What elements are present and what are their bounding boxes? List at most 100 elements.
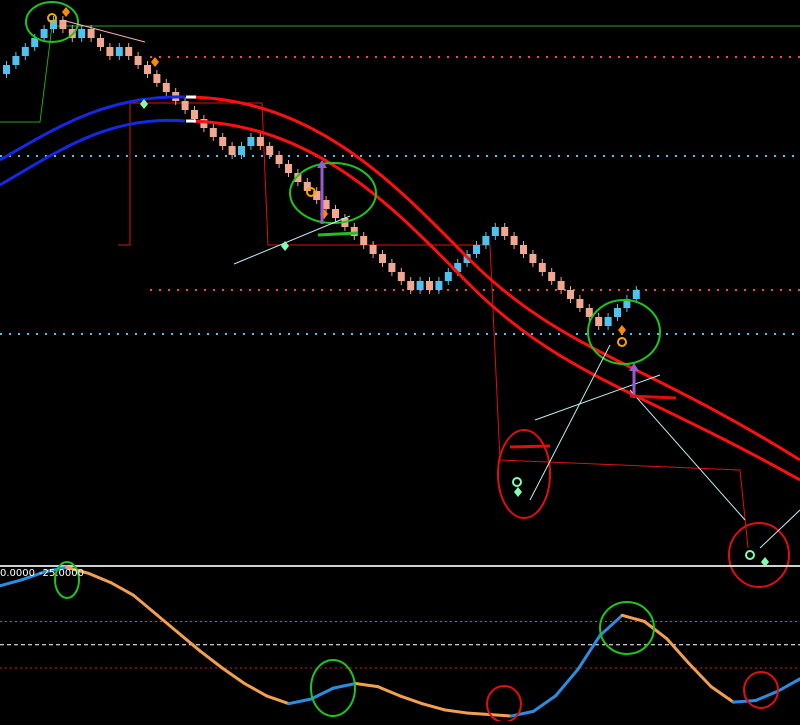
level-tick-red-1	[509, 444, 551, 449]
candle-body-53	[501, 227, 509, 236]
candle-body-1	[12, 56, 20, 65]
level-tick-red-0	[629, 394, 677, 400]
candle-body-8	[78, 29, 86, 38]
osc-segment-16	[331, 682, 358, 690]
price-circle-4	[728, 522, 790, 588]
osc-segment-18	[376, 685, 402, 698]
ma-slow-upper	[0, 95, 186, 162]
osc-segment-11	[220, 666, 246, 685]
candle-body-20	[191, 110, 198, 119]
candle-body-15	[144, 65, 151, 74]
candle-body-10	[97, 38, 104, 47]
osc-segment-24	[509, 709, 535, 718]
candle-body-41	[388, 263, 396, 272]
candle-body-28	[266, 146, 274, 155]
signal-diamond-1	[151, 57, 159, 67]
candle-body-51	[482, 236, 490, 245]
osc-segment-36	[776, 677, 800, 693]
candle-body-61	[576, 299, 584, 308]
candle-body-26	[247, 137, 255, 146]
candle-body-11	[106, 47, 114, 56]
chart-svg	[0, 1, 800, 723]
osc-segment-17	[354, 682, 380, 689]
candle-body-63	[595, 317, 603, 326]
osc-segment-15	[309, 686, 335, 701]
candle-body-47	[444, 272, 452, 281]
candle-body-57	[538, 263, 546, 272]
oscillator-header: 0.0000 -25.0000	[0, 568, 88, 579]
candle-body-34	[322, 200, 330, 209]
candle-body-54	[510, 236, 518, 245]
osc-segment-25	[531, 694, 558, 713]
candle-body-9	[87, 29, 95, 38]
osc-segment-7	[131, 593, 158, 616]
candle-body-40	[379, 254, 386, 263]
signal-ring-4	[745, 550, 755, 560]
osc-segment-32	[687, 661, 713, 689]
candle-body-55	[520, 245, 527, 254]
trend-line-1	[233, 215, 351, 265]
candle-body-4	[40, 29, 48, 38]
ma-fast-upper	[189, 95, 800, 462]
candle-body-65	[614, 308, 621, 317]
ma-slow-lower	[0, 118, 186, 187]
osc-segment-30	[642, 620, 669, 641]
candle-body-60	[567, 290, 574, 299]
candle-body-45	[426, 281, 433, 290]
candle-body-39	[369, 245, 377, 254]
signal-diamond-6	[514, 487, 522, 497]
candle-body-19	[181, 101, 189, 110]
candle-body-2	[21, 47, 29, 56]
osc-segment-35	[754, 689, 780, 703]
osc-segment-20	[420, 702, 446, 712]
candle-body-46	[435, 281, 443, 290]
signal-diamond-5	[281, 241, 289, 251]
trend-line-2	[529, 344, 611, 501]
osc-circle-4	[743, 671, 779, 709]
osc-segment-10	[198, 649, 224, 670]
signal-diamond-3	[618, 325, 626, 335]
candle-body-56	[529, 254, 537, 263]
osc-segment-21	[442, 708, 469, 715]
trend-line-4	[629, 389, 746, 521]
osc-segment-22	[465, 711, 491, 716]
candle-body-16	[153, 74, 161, 83]
oscillator-header-value-1: 0.0000	[0, 568, 35, 579]
price-circle-3	[497, 429, 551, 519]
candle-body-12	[115, 47, 123, 56]
candle-body-22	[209, 128, 217, 137]
candle-body-44	[416, 281, 424, 290]
candle-body-67	[632, 290, 640, 299]
osc-segment-27	[576, 633, 602, 672]
candle-body-17	[162, 83, 170, 92]
osc-segment-13	[265, 694, 291, 706]
candle-body-38	[360, 236, 368, 245]
candle-body-35	[332, 209, 339, 218]
candle-body-30	[285, 164, 292, 173]
osc-segment-1	[0, 578, 24, 588]
red-step-line	[118, 102, 749, 549]
candle-body-58	[548, 272, 556, 281]
candle-body-43	[407, 281, 415, 290]
osc-segment-8	[154, 612, 180, 634]
signal-diamond-0	[62, 7, 70, 17]
candle-body-27	[256, 137, 264, 146]
osc-segment-28	[598, 613, 624, 637]
candle-body-0	[3, 65, 10, 74]
candle-body-42	[397, 272, 405, 281]
osc-segment-33	[709, 685, 735, 704]
candle-body-50	[473, 245, 480, 254]
green-step-line	[0, 25, 800, 123]
level-tick-green	[317, 231, 359, 237]
candle-body-23	[219, 137, 227, 146]
signal-ring-2	[617, 337, 627, 347]
ma-fast-lower	[189, 119, 800, 482]
signal-ring-3	[512, 477, 522, 487]
osc-segment-9	[176, 630, 202, 653]
osc-segment-26	[554, 668, 580, 698]
candle-body-24	[228, 146, 236, 155]
osc-segment-12	[242, 682, 269, 698]
candle-body-25	[238, 146, 245, 155]
candle-body-52	[491, 227, 499, 236]
chart-root: 0.0000 -25.0000	[0, 0, 800, 723]
